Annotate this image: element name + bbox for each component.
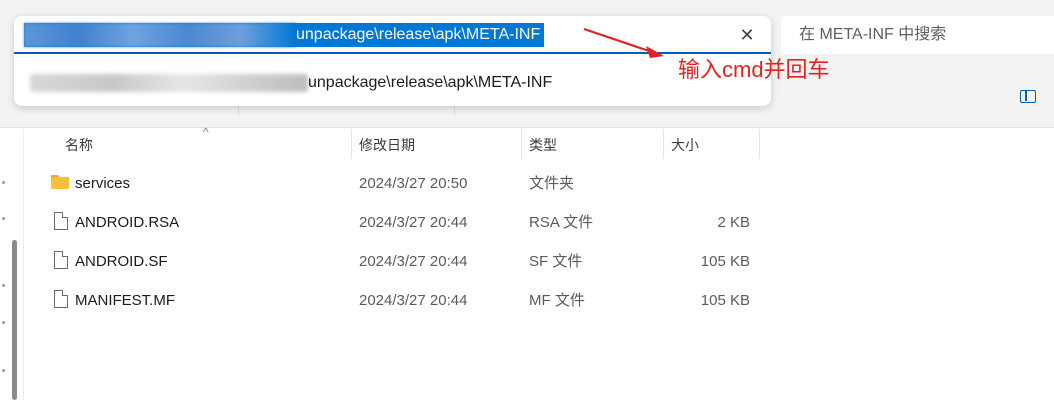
file-row[interactable]: ANDROID.SF 2024/3/27 20:44 SF 文件 105 KB bbox=[25, 243, 1054, 281]
pane-marker bbox=[2, 284, 5, 287]
file-size: 2 KB bbox=[717, 214, 750, 231]
suggestion-path-tail: unpackage\release\apk\META-INF bbox=[308, 74, 553, 91]
file-row[interactable]: ANDROID.RSA 2024/3/27 20:44 RSA 文件 2 KB bbox=[25, 204, 1054, 242]
file-size: 105 KB bbox=[700, 292, 750, 309]
file-date: 2024/3/27 20:50 bbox=[359, 175, 468, 192]
file-icon bbox=[54, 212, 68, 230]
pane-scrollbar[interactable] bbox=[12, 240, 17, 400]
file-name: MANIFEST.MF bbox=[75, 292, 175, 309]
column-size[interactable]: 大小 bbox=[671, 136, 699, 154]
pane-marker bbox=[2, 369, 5, 372]
column-name[interactable]: 名称 bbox=[65, 136, 93, 154]
pane-marker bbox=[2, 181, 5, 184]
file-row[interactable]: services 2024/3/27 20:50 文件夹 bbox=[25, 165, 1054, 203]
file-name: services bbox=[75, 175, 131, 192]
column-header: ^ 名称 修改日期 类型 大小 bbox=[25, 125, 1054, 161]
file-type: RSA 文件 bbox=[529, 214, 594, 231]
file-icon bbox=[54, 290, 68, 308]
file-size: 105 KB bbox=[700, 253, 750, 270]
column-divider[interactable] bbox=[351, 129, 352, 159]
file-icon bbox=[54, 251, 68, 269]
file-date: 2024/3/27 20:44 bbox=[359, 253, 468, 270]
file-name: ANDROID.RSA bbox=[75, 214, 180, 231]
column-divider[interactable] bbox=[759, 129, 760, 159]
address-selected-text[interactable]: unpackage\release\apk\META-INF bbox=[24, 23, 545, 47]
file-type: SF 文件 bbox=[529, 253, 583, 270]
file-date: 2024/3/27 20:44 bbox=[359, 292, 468, 309]
blurred-path-prefix bbox=[24, 23, 296, 47]
close-icon[interactable]: ✕ bbox=[736, 24, 758, 46]
file-date: 2024/3/27 20:44 bbox=[359, 214, 468, 231]
column-type[interactable]: 类型 bbox=[529, 136, 557, 154]
address-suggestion[interactable]: unpackage\release\apk\META-INF bbox=[14, 66, 771, 100]
annotation-text: 输入cmd并回车 bbox=[678, 57, 830, 82]
file-type: 文件夹 bbox=[529, 175, 575, 192]
details-pane-icon[interactable] bbox=[1020, 90, 1036, 103]
search-input[interactable]: 在 META-INF 中搜索 bbox=[781, 16, 1054, 54]
sort-caret-icon: ^ bbox=[203, 125, 209, 139]
annotation-arrow bbox=[583, 27, 664, 58]
column-divider[interactable] bbox=[521, 129, 522, 159]
search-placeholder: 在 META-INF 中搜索 bbox=[799, 26, 947, 43]
file-row[interactable]: MANIFEST.MF 2024/3/27 20:44 MF 文件 105 KB bbox=[25, 282, 1054, 320]
pane-marker bbox=[2, 321, 5, 324]
folder-icon bbox=[51, 175, 69, 189]
column-divider[interactable] bbox=[663, 129, 664, 159]
file-type: MF 文件 bbox=[529, 292, 585, 309]
column-date[interactable]: 修改日期 bbox=[359, 136, 415, 154]
file-name: ANDROID.SF bbox=[75, 253, 168, 270]
blurred-suggestion-prefix bbox=[30, 74, 308, 92]
address-path-tail: unpackage\release\apk\META-INF bbox=[296, 26, 541, 43]
pane-marker bbox=[2, 217, 5, 220]
